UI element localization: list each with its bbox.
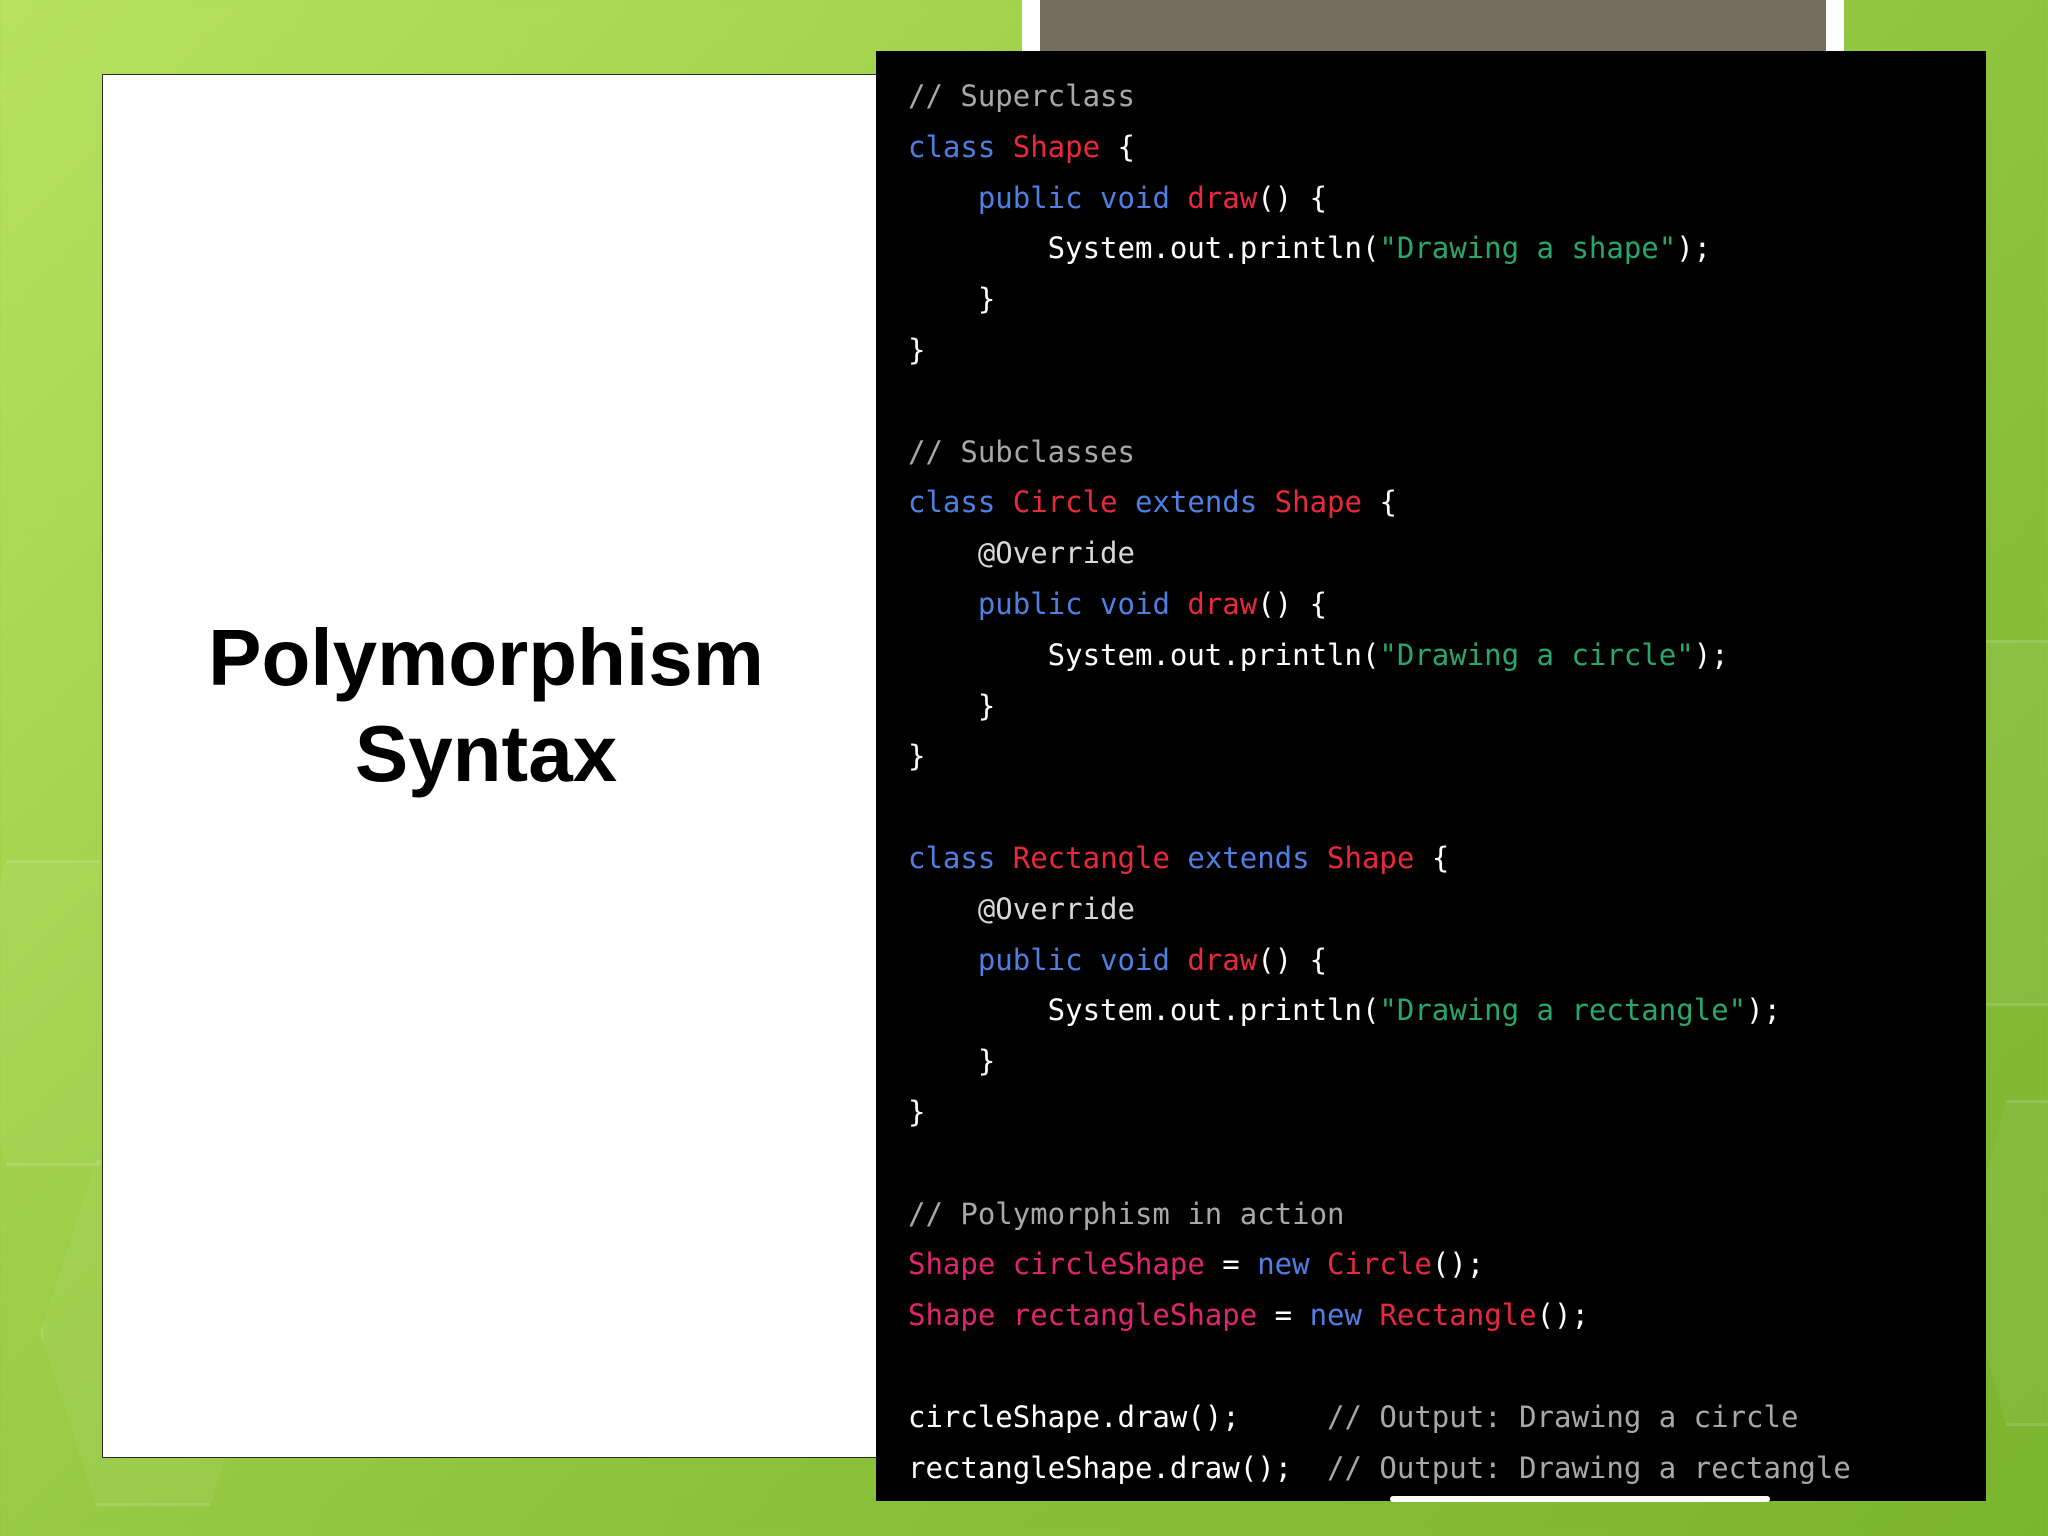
code-token: );: [1746, 993, 1781, 1028]
code-token: }: [908, 1044, 996, 1079]
slide-title-line-1: Polymorphism: [208, 613, 764, 702]
code-token: draw: [1187, 586, 1258, 621]
code-token: {: [1414, 840, 1450, 875]
top-photo-frame: [1022, 0, 1844, 52]
code-token: System.out.println(: [908, 993, 1380, 1028]
code-token: // Polymorphism in action: [908, 1196, 1345, 1231]
code-token: System.out.println(: [908, 231, 1380, 266]
code-snippet: // Superclass class Shape { public void d…: [876, 51, 1986, 1501]
code-token: circleShape.draw();: [908, 1399, 1328, 1434]
code-token: @Override: [908, 891, 1135, 926]
code-token: =: [1204, 1247, 1258, 1282]
code-token: }: [908, 332, 926, 367]
top-photo: [1040, 0, 1826, 52]
code-line: System.out.println("Drawing a shape");: [908, 223, 1851, 274]
code-line: }: [908, 325, 1851, 376]
code-line: public void draw() {: [908, 935, 1851, 986]
code-line: @Override: [908, 884, 1851, 935]
code-line: public void draw() {: [908, 173, 1851, 224]
code-token: extends: [1117, 485, 1275, 520]
code-line: Shape rectangleShape = new Rectangle();: [908, 1290, 1851, 1341]
code-token: }: [908, 739, 926, 774]
code-token: new: [1257, 1247, 1328, 1282]
code-token: System.out.println(: [908, 637, 1380, 672]
code-token: Shape circleShape: [908, 1247, 1205, 1282]
slide-title-line-2: Syntax: [354, 709, 618, 798]
code-line: }: [908, 681, 1851, 732]
code-token: }: [908, 1094, 926, 1129]
code-token: class: [908, 840, 1013, 875]
code-token: // Output: Drawing a circle: [1327, 1399, 1799, 1434]
code-token: "Drawing a shape": [1379, 231, 1677, 266]
code-token: extends: [1169, 840, 1328, 875]
code-line: @Override: [908, 528, 1851, 579]
code-token: public void: [977, 942, 1188, 977]
code-token: new: [1309, 1298, 1380, 1333]
code-line: }: [908, 1036, 1851, 1087]
code-token: Shape: [1327, 840, 1415, 875]
slide-title: Polymorphism Syntax: [102, 610, 870, 802]
code-token: ();: [1536, 1298, 1589, 1333]
code-line: public void draw() {: [908, 579, 1851, 630]
code-line: // Polymorphism in action: [908, 1189, 1851, 1240]
code-token: }: [908, 688, 996, 723]
code-token: () {: [1257, 942, 1328, 977]
code-token: {: [1100, 129, 1135, 164]
code-line: }: [908, 731, 1851, 782]
code-line: class Shape {: [908, 122, 1851, 173]
code-line: // Subclasses: [908, 427, 1851, 478]
code-token: "Drawing a circle": [1379, 637, 1694, 672]
code-block: // Superclass class Shape { public void d…: [908, 71, 1851, 1493]
code-token: }: [908, 282, 996, 317]
code-line: System.out.println("Drawing a rectangle"…: [908, 985, 1851, 1036]
code-token: Circle: [1327, 1247, 1432, 1282]
code-token: // Superclass: [908, 79, 1135, 113]
code-token: ();: [1431, 1247, 1485, 1282]
code-line: }: [908, 1087, 1851, 1138]
code-token: );: [1676, 231, 1712, 266]
code-token: class: [908, 485, 1013, 520]
code-line: // Superclass: [908, 71, 1851, 122]
code-token: Shape: [1012, 129, 1101, 164]
code-line: circleShape.draw(); // Output: Drawing a…: [908, 1392, 1851, 1443]
code-token: () {: [1257, 180, 1328, 215]
code-line: class Circle extends Shape {: [908, 477, 1851, 528]
code-token: Rectangle: [1379, 1298, 1537, 1333]
code-token: Shape rectangleShape: [908, 1298, 1258, 1333]
code-token: Rectangle: [1012, 840, 1170, 875]
code-line: Shape circleShape = new Circle();: [908, 1239, 1851, 1290]
code-token: );: [1693, 637, 1729, 672]
code-token: @Override: [908, 536, 1135, 571]
scrollbar-thumb: [1390, 1496, 1770, 1502]
code-token: // Output: Drawing a rectangle: [1327, 1450, 1851, 1485]
code-token: class: [908, 129, 1013, 164]
code-token: () {: [1257, 586, 1328, 621]
code-line: }: [908, 274, 1851, 325]
code-token: {: [1361, 485, 1397, 520]
code-token: // Subclasses: [908, 434, 1135, 469]
code-line: rectangleShape.draw(); // Output: Drawin…: [908, 1443, 1851, 1494]
code-token: =: [1257, 1298, 1310, 1333]
code-token: "Drawing a rectangle": [1379, 993, 1747, 1028]
code-token: Circle: [1012, 485, 1118, 520]
code-line: class Rectangle extends Shape {: [908, 833, 1851, 884]
code-line: System.out.println("Drawing a circle");: [908, 630, 1851, 681]
code-token: Shape: [1274, 485, 1362, 520]
code-token: draw: [1187, 942, 1258, 977]
code-token: public void: [977, 180, 1188, 215]
code-token: public void: [977, 586, 1188, 621]
code-token: draw: [1187, 180, 1258, 215]
code-token: rectangleShape.draw();: [908, 1450, 1328, 1485]
